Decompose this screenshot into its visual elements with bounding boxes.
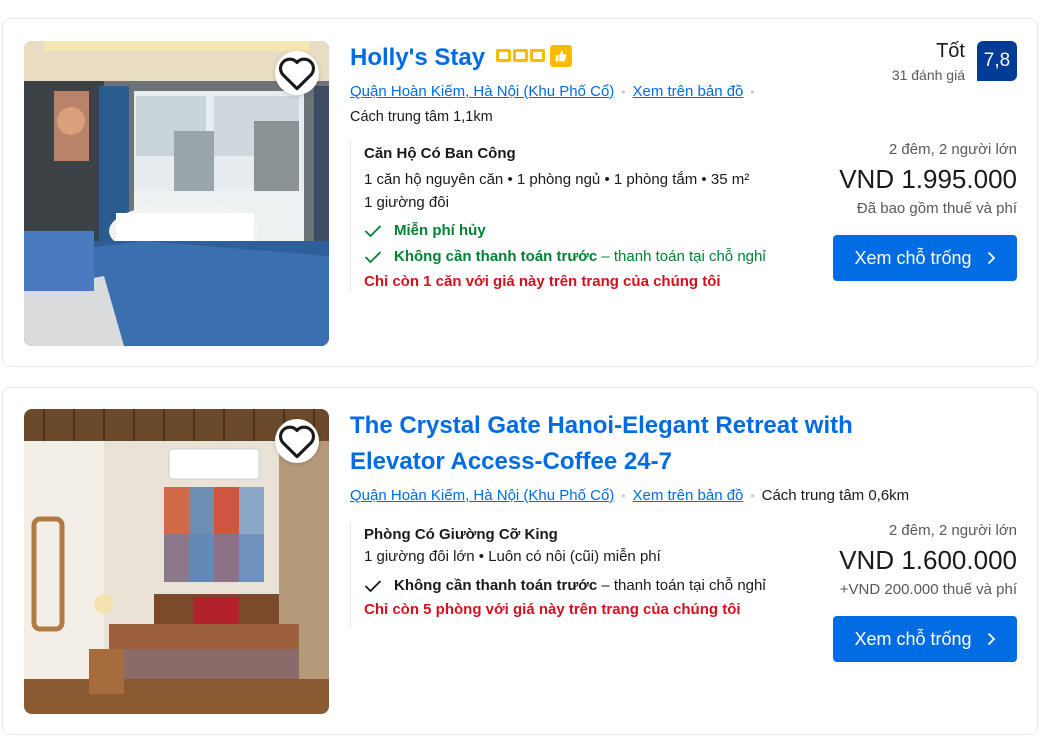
- no-prepayment: Không cần thanh toán trước – thanh toán …: [364, 577, 766, 594]
- room-name: Phòng Có Giường Cỡ King: [364, 526, 558, 543]
- star-square-icon: [529, 49, 545, 63]
- scarcity-warning: Chỉ còn 5 phòng với giá này trên trang c…: [364, 601, 741, 618]
- room-details: 1 giường đôi lớn • Luôn có nôi (cũi) miễ…: [364, 548, 661, 565]
- chevron-right-icon: [987, 251, 995, 265]
- location-line: Quận Hoàn Kiếm, Hà Nội (Khu Phố Cổ) • Xe…: [350, 83, 762, 100]
- heart-icon: [279, 57, 315, 91]
- property-photo[interactable]: [24, 41, 329, 346]
- room-details: 1 căn hộ nguyên căn • 1 phòng ngủ • 1 ph…: [364, 171, 750, 188]
- check-icon: [364, 224, 384, 238]
- stay-info: 2 đêm, 2 người lớn: [888, 522, 1017, 539]
- heart-icon: [279, 425, 315, 459]
- stay-info: 2 đêm, 2 người lớn: [888, 141, 1017, 158]
- divider: [350, 522, 351, 627]
- scarcity-warning: Chỉ còn 1 căn với giá này trên trang của…: [364, 273, 721, 290]
- review-score-label[interactable]: Tốt: [936, 40, 965, 63]
- divider: [350, 141, 351, 291]
- price: VND 1.600.000: [839, 545, 1017, 575]
- location-line: Quận Hoàn Kiếm, Hà Nội (Khu Phố Cổ) • Xe…: [350, 487, 909, 504]
- room-name: Căn Hộ Có Ban Công: [364, 145, 516, 162]
- chevron-right-icon: [987, 632, 995, 646]
- save-favorite-button[interactable]: [275, 419, 319, 463]
- district-link[interactable]: Quận Hoàn Kiếm, Hà Nội (Khu Phố Cổ): [350, 487, 614, 504]
- check-icon: [364, 579, 384, 593]
- tax-note: Đã bao gồm thuế và phí: [856, 200, 1017, 217]
- property-card: Holly's Stay Quận Hoàn Kiếm, Hà Nội (Khu…: [2, 18, 1038, 367]
- separator-dot: •: [621, 488, 626, 503]
- save-favorite-button[interactable]: [275, 51, 319, 95]
- star-square-icon: [495, 49, 511, 63]
- show-on-map-link[interactable]: Xem trên bản đồ: [633, 83, 744, 100]
- see-availability-label: Xem chỗ trống: [854, 247, 972, 268]
- property-title[interactable]: Holly's Stay: [350, 40, 572, 76]
- price: VND 1.995.000: [839, 164, 1017, 194]
- free-cancellation: Miễn phí hủy: [364, 222, 486, 239]
- separator-dot: •: [621, 84, 626, 99]
- thumbs-up-icon: [549, 44, 572, 67]
- no-prepayment: Không cần thanh toán trước – thanh toán …: [364, 248, 766, 265]
- tax-note: +VND 200.000 thuế và phí: [839, 581, 1017, 598]
- distance-from-center: Cách trung tâm 1,1km: [350, 109, 493, 125]
- review-score-badge[interactable]: 7,8: [977, 41, 1017, 81]
- property-name[interactable]: Holly's Stay: [350, 44, 485, 71]
- distance-from-center: Cách trung tâm 0,6km: [761, 487, 910, 504]
- see-availability-button[interactable]: Xem chỗ trống: [833, 616, 1017, 662]
- see-availability-label: Xem chỗ trống: [854, 628, 972, 649]
- star-rating: [495, 44, 572, 67]
- district-link[interactable]: Quận Hoàn Kiếm, Hà Nội (Khu Phố Cổ): [350, 83, 614, 100]
- review-count[interactable]: 31 đánh giá: [892, 67, 965, 83]
- property-title[interactable]: The Crystal Gate Hanoi-Elegant Retreat w…: [350, 408, 930, 480]
- see-availability-button[interactable]: Xem chỗ trống: [833, 235, 1017, 281]
- property-card: The Crystal Gate Hanoi-Elegant Retreat w…: [2, 387, 1038, 735]
- star-square-icon: [512, 49, 528, 63]
- bed-info: 1 giường đôi: [364, 194, 449, 211]
- property-photo[interactable]: [24, 409, 329, 714]
- show-on-map-link[interactable]: Xem trên bản đồ: [633, 487, 744, 504]
- separator-dot: •: [750, 84, 755, 99]
- separator-dot: •: [750, 488, 755, 503]
- check-icon: [364, 250, 384, 264]
